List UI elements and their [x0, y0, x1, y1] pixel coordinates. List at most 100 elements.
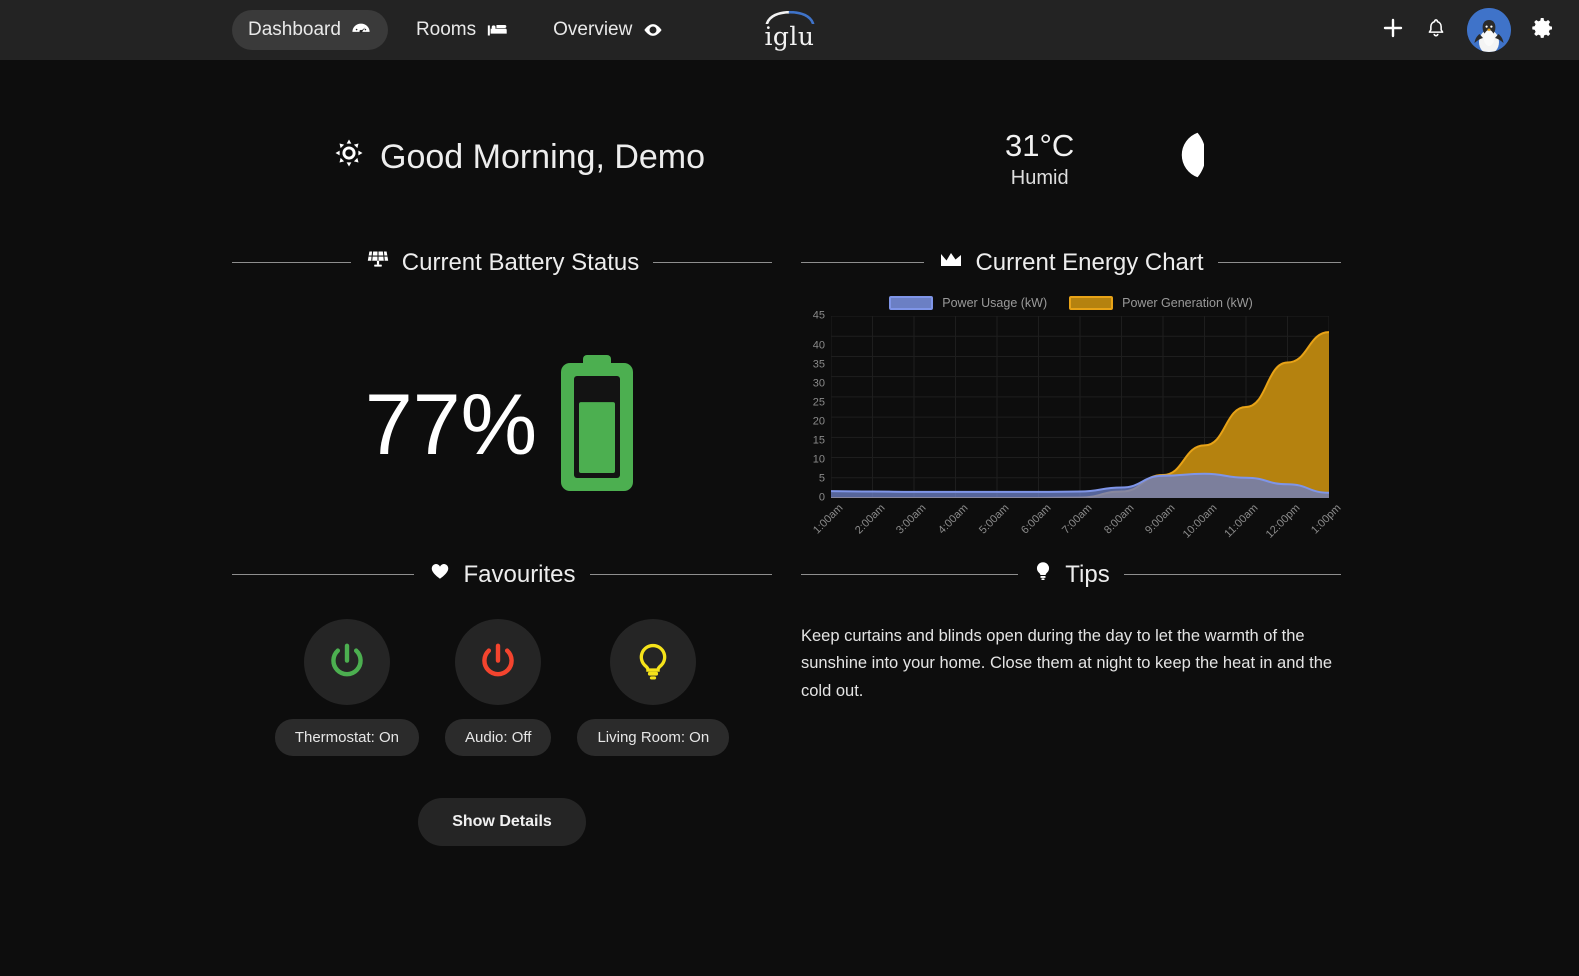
favourite-audio: Audio: Off: [445, 619, 552, 756]
power-icon: [331, 643, 363, 677]
section-title: Current Battery Status: [365, 247, 639, 278]
battery-readout: 77%: [232, 290, 772, 560]
energy-chart: Power Usage (kW) Power Generation (kW) 0…: [801, 290, 1343, 560]
weather-readout: 31°C Humid: [1005, 125, 1074, 190]
main-nav: Dashboard Rooms Overview: [232, 10, 681, 50]
chart-x-axis: 1:00am 2:00am 3:00am 4:00am 5:00am 6:00am 7:00…: [811, 498, 1343, 550]
nav-item-label: Dashboard: [248, 19, 341, 40]
divider: [232, 574, 415, 575]
weather-block: 31°C Humid: [1005, 112, 1206, 203]
legend-swatch: [889, 296, 934, 310]
battery-icon: [555, 353, 639, 498]
lightbulb-icon: [1032, 560, 1054, 589]
favourites-section-header: Favourites: [232, 560, 773, 589]
chart-y-axis: 0 5 10 15 20 25 30 35 40 45: [801, 310, 831, 503]
section-title: Tips: [1032, 560, 1110, 589]
bed-icon: [485, 19, 509, 41]
y-axis-tick: 15: [812, 434, 825, 447]
y-axis-tick: 10: [812, 453, 825, 466]
x-axis-tick: 10:00am: [1180, 502, 1219, 541]
y-axis-tick: 25: [812, 396, 825, 409]
battery-status-card: Current Battery Status 77%: [232, 247, 772, 560]
divider: [653, 262, 772, 263]
battery-percent: 77%: [364, 377, 538, 473]
x-axis-tick: 7:00am: [1060, 502, 1095, 537]
dashboard-grid: Current Battery Status 77% Current Energ…: [232, 247, 1579, 846]
area-chart-icon: [938, 247, 964, 278]
app-logo[interactable]: iglu: [764, 11, 816, 49]
legend-label: Power Usage (kW): [942, 296, 1048, 310]
favourite-living-room: Living Room: On: [577, 619, 730, 756]
moon-icon: [1118, 112, 1206, 203]
section-title-text: Current Energy Chart: [975, 248, 1204, 276]
chart-legend: Power Usage (kW) Power Generation (kW): [801, 296, 1341, 310]
chart-plot-area: 0 5 10 15 20 25 30 35 40 45: [801, 310, 1341, 503]
favourites-body: Thermostat: On Audio: Off Living Room: O…: [232, 601, 772, 846]
divider: [232, 262, 351, 263]
eye-icon: [641, 19, 665, 41]
favourite-toggle-button[interactable]: [610, 619, 697, 705]
divider: [801, 262, 925, 263]
y-axis-tick: 0: [818, 491, 825, 504]
chart-canvas: [831, 316, 1329, 498]
favourite-toggle-button[interactable]: [455, 619, 542, 705]
solar-panel-icon: [365, 247, 391, 278]
x-axis-tick: 6:00am: [1018, 502, 1053, 537]
section-title: Favourites: [428, 560, 576, 589]
favourites-list: Thermostat: On Audio: Off Living Room: O…: [232, 619, 772, 756]
show-details-row: Show Details: [232, 798, 772, 846]
bell-icon[interactable]: [1425, 16, 1447, 45]
x-axis-tick: 1:00am: [811, 502, 846, 537]
tips-section-header: Tips: [801, 560, 1342, 589]
show-details-button[interactable]: Show Details: [418, 798, 586, 846]
top-navigation-bar: Dashboard Rooms Overview iglu: [0, 0, 1579, 60]
energy-chart-card: Current Energy Chart Power Usage (kW) Po…: [801, 247, 1343, 560]
plus-icon[interactable]: [1381, 16, 1405, 45]
favourite-toggle-button[interactable]: [303, 619, 390, 705]
nav-item-dashboard[interactable]: Dashboard: [232, 10, 388, 50]
nav-item-rooms[interactable]: Rooms: [400, 10, 525, 50]
energy-section-header: Current Energy Chart: [801, 247, 1341, 278]
nav-item-label: Overview: [553, 19, 633, 40]
y-axis-tick: 40: [812, 339, 825, 352]
power-icon: [482, 643, 514, 677]
penguin-avatar[interactable]: [1467, 8, 1511, 52]
legend-label: Power Generation (kW): [1122, 296, 1253, 310]
legend-item-generation[interactable]: Power Generation (kW): [1069, 296, 1253, 310]
x-axis-tick: 1:00pm: [1309, 502, 1344, 537]
legend-item-usage[interactable]: Power Usage (kW): [889, 296, 1047, 310]
section-title: Current Energy Chart: [938, 247, 1204, 278]
divider: [801, 574, 1019, 575]
gear-icon[interactable]: [1531, 16, 1555, 45]
weather-condition: Humid: [1010, 166, 1069, 189]
tips-card: Tips Keep curtains and blinds open durin…: [801, 560, 1342, 846]
x-axis-tick: 4:00am: [935, 502, 970, 537]
divider: [1217, 262, 1341, 263]
gauge-icon: [350, 19, 372, 41]
y-axis-tick: 45: [812, 309, 825, 322]
section-title-text: Current Battery Status: [401, 248, 640, 276]
x-axis-tick: 2:00am: [852, 502, 887, 537]
section-title-text: Favourites: [463, 560, 576, 588]
y-axis-tick: 35: [812, 358, 825, 371]
favourite-thermostat: Thermostat: On: [274, 619, 420, 756]
nav-item-overview[interactable]: Overview: [537, 10, 681, 50]
x-axis-tick: 11:00am: [1222, 502, 1261, 541]
greeting-text: Good Morning, Demo: [380, 138, 706, 176]
sun-icon: [334, 138, 364, 177]
favourite-label[interactable]: Living Room: On: [577, 719, 730, 756]
lightbulb-icon: [639, 643, 667, 680]
divider: [589, 574, 773, 575]
favourites-card: Favourites Thermostat: On Audio: Off Liv…: [232, 560, 773, 846]
x-axis-tick: 9:00am: [1143, 502, 1178, 537]
tip-text: Keep curtains and blinds open during the…: [801, 627, 1333, 700]
heart-icon: [428, 560, 452, 589]
favourite-label[interactable]: Thermostat: On: [274, 719, 420, 756]
greeting-block: Good Morning, Demo: [334, 138, 705, 177]
x-axis-tick: 8:00am: [1101, 502, 1136, 537]
section-title-text: Tips: [1065, 560, 1110, 588]
greeting-row: Good Morning, Demo 31°C Humid: [0, 60, 1579, 203]
logo-text: iglu: [764, 22, 815, 51]
favourite-label[interactable]: Audio: Off: [445, 719, 552, 756]
y-axis-tick: 30: [812, 377, 825, 390]
